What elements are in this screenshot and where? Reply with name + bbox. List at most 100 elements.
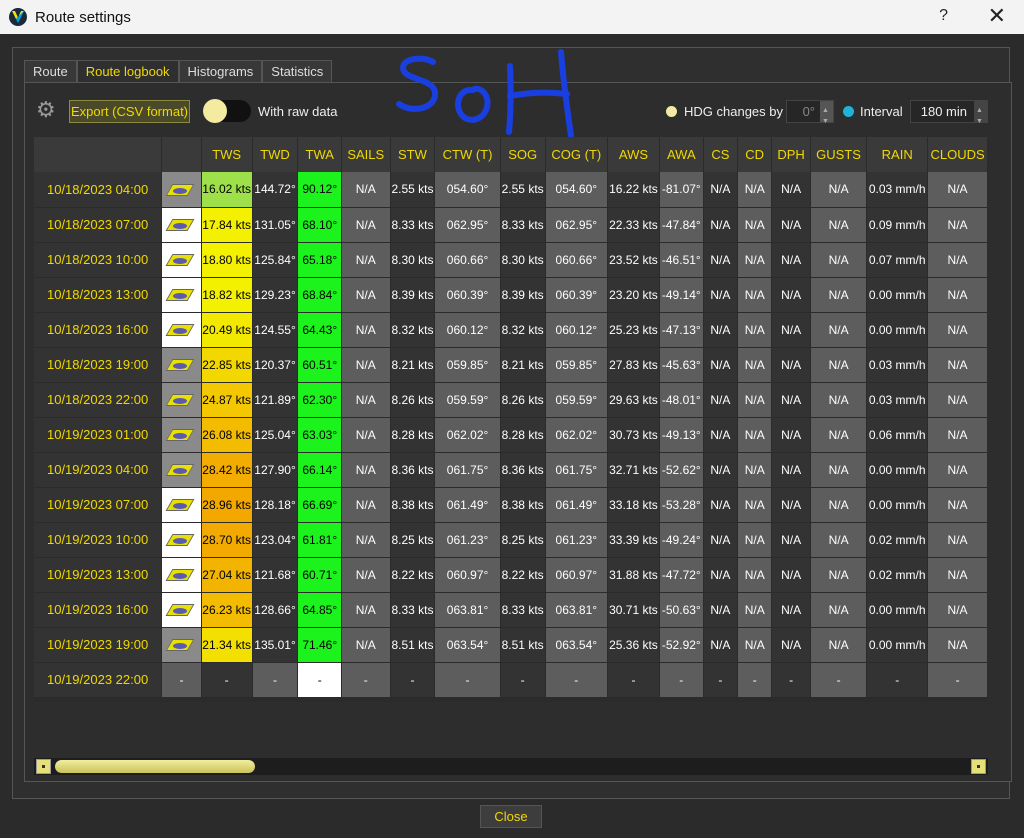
column-header[interactable]: CTW (T) <box>434 137 501 172</box>
cell-awa: -49.24° <box>659 522 704 558</box>
horizontal-scrollbar[interactable] <box>34 758 988 775</box>
tab-route[interactable]: Route <box>24 60 77 82</box>
cell-twd: 125.04° <box>252 417 299 453</box>
cell-sails: N/A <box>341 242 391 278</box>
hdg-radio[interactable] <box>666 106 677 117</box>
close-window-button[interactable]: ✕ <box>988 4 1006 29</box>
row-date: 10/19/2023 04:00 <box>34 452 163 488</box>
column-header[interactable] <box>34 137 163 172</box>
cell-rain: 0.02 mm/h <box>866 522 929 558</box>
hdg-spin-arrows[interactable] <box>820 100 833 132</box>
column-header[interactable]: SOG <box>500 137 546 172</box>
export-csv-button[interactable]: Export (CSV format) <box>69 100 190 123</box>
table-row[interactable]: 10/18/2023 19:00 22.85 kts 120.37° 60.51° N/… <box>34 347 988 383</box>
cell-cd: N/A <box>737 312 773 348</box>
table-row[interactable]: 10/18/2023 04:00 16.02 kts 144.72° 90.12° N/… <box>34 172 988 208</box>
column-header[interactable]: GUSTS <box>810 137 868 172</box>
cell-ctw: 059.59° <box>434 382 501 418</box>
table-row[interactable]: 10/18/2023 13:00 18.82 kts 129.23° 68.84° N/… <box>34 277 988 313</box>
cell-sog: 8.33 kts <box>500 207 546 243</box>
scroll-right-button[interactable] <box>971 759 986 774</box>
column-header[interactable]: DPH <box>771 137 811 172</box>
cell-aws: 16.22 kts <box>607 172 660 208</box>
cell-ctw: 063.54° <box>434 627 501 663</box>
column-header[interactable]: AWA <box>659 137 704 172</box>
column-header[interactable]: CS <box>703 137 739 172</box>
column-header[interactable] <box>161 137 202 172</box>
tab-route-logbook[interactable]: Route logbook <box>76 60 179 83</box>
scroll-left-button[interactable] <box>36 759 51 774</box>
table-row[interactable]: 10/18/2023 10:00 18.80 kts 125.84° 65.18° N/… <box>34 242 988 278</box>
table-row[interactable]: 10/19/2023 19:00 21.34 kts 135.01° 71.46° N/… <box>34 627 988 663</box>
cell-rain: 0.06 mm/h <box>866 417 929 453</box>
hdg-spinbox[interactable]: 0° <box>786 100 834 132</box>
boat-icon <box>167 248 195 268</box>
cell-stw: 8.22 kts <box>390 557 436 593</box>
cell-ctw: 059.85° <box>434 347 501 383</box>
cell-tws: 28.42 kts <box>201 452 253 488</box>
row-date: 10/19/2023 22:00 <box>34 662 163 698</box>
table-row[interactable]: 10/19/2023 22:00- - - - - - - - - - - - - - - - - <box>34 662 988 698</box>
column-header[interactable]: RAIN <box>866 137 929 172</box>
table-row[interactable]: 10/18/2023 16:00 20.49 kts 124.55° 64.43° N/… <box>34 312 988 348</box>
table-row[interactable]: 10/19/2023 10:00 28.70 kts 123.04° 61.81° N/… <box>34 522 988 558</box>
column-header[interactable]: TWD <box>252 137 299 172</box>
column-header[interactable]: SAILS <box>341 137 391 172</box>
sail-icon <box>161 522 202 558</box>
table-row[interactable]: 10/19/2023 16:00 26.23 kts 128.66° 64.85° N/… <box>34 592 988 628</box>
cell-dph: N/A <box>771 312 811 348</box>
column-header[interactable]: TWA <box>297 137 343 172</box>
table-row[interactable]: 10/18/2023 22:00 24.87 kts 121.89° 62.30° N/… <box>34 382 988 418</box>
table-row[interactable]: 10/19/2023 07:00 28.96 kts 128.18° 66.69° N/… <box>34 487 988 523</box>
close-button[interactable]: Close <box>480 805 542 828</box>
cell-rain: 0.03 mm/h <box>866 172 929 208</box>
cell-rain: 0.00 mm/h <box>866 592 929 628</box>
help-button[interactable]: ? <box>939 7 948 25</box>
sail-icon <box>161 487 202 523</box>
column-header[interactable]: STW <box>390 137 436 172</box>
cell-dph: N/A <box>771 522 811 558</box>
cell-clouds: N/A <box>927 417 988 453</box>
cell-aws: 27.83 kts <box>607 347 660 383</box>
interval-spin-arrows[interactable] <box>974 100 987 132</box>
cell-gusts: N/A <box>810 627 868 663</box>
cell-sails: N/A <box>341 172 391 208</box>
tab-histograms[interactable]: Histograms <box>178 60 263 82</box>
cell-sog: 8.33 kts <box>500 592 546 628</box>
interval-radio[interactable] <box>843 106 854 117</box>
boat-icon <box>167 633 195 653</box>
cell-cs: N/A <box>703 557 739 593</box>
scrollbar-thumb[interactable] <box>55 760 255 773</box>
cell-twa: 60.51° <box>297 347 343 383</box>
cell-cog: 060.12° <box>545 312 609 348</box>
cell-aws: 33.39 kts <box>607 522 660 558</box>
cell-sog: 8.32 kts <box>500 312 546 348</box>
column-header[interactable]: AWS <box>607 137 660 172</box>
column-header[interactable]: TWS <box>201 137 253 172</box>
gear-icon[interactable]: ⚙ <box>36 98 60 122</box>
cell-cd: N/A <box>737 592 773 628</box>
sail-icon <box>161 592 202 628</box>
column-header[interactable]: COG (T) <box>545 137 609 172</box>
table-row[interactable]: 10/18/2023 07:00 17.84 kts 131.05° 68.10° N/… <box>34 207 988 243</box>
cell-ctw: 063.81° <box>434 592 501 628</box>
column-header[interactable]: CD <box>737 137 773 172</box>
cell-aws: 25.23 kts <box>607 312 660 348</box>
table-row[interactable]: 10/19/2023 13:00 27.04 kts 121.68° 60.71° N/… <box>34 557 988 593</box>
interval-spinbox[interactable]: 180 min <box>910 100 988 132</box>
cell-ctw: 061.49° <box>434 487 501 523</box>
cell-stw: 8.38 kts <box>390 487 436 523</box>
table-row[interactable]: 10/19/2023 01:00 26.08 kts 125.04° 63.03° N/… <box>34 417 988 453</box>
cell-twd: 129.23° <box>252 277 299 313</box>
cell-stw: 8.51 kts <box>390 627 436 663</box>
table-row[interactable]: 10/19/2023 04:00 28.42 kts 127.90° 66.14° N/… <box>34 452 988 488</box>
cell-twd: 131.05° <box>252 207 299 243</box>
cell-tws: 17.84 kts <box>201 207 253 243</box>
cell-rain: 0.02 mm/h <box>866 557 929 593</box>
tab-statistics[interactable]: Statistics <box>262 60 333 82</box>
column-header[interactable]: CLOUDS <box>927 137 988 172</box>
logbook-table-container: TWS TWD TWA SAILS STW CTW (T) SOG COG (T) AWS AWA… <box>34 137 988 702</box>
raw-data-toggle[interactable] <box>203 99 251 123</box>
cell-aws: - <box>607 662 660 698</box>
cell-sog: 8.26 kts <box>500 382 546 418</box>
